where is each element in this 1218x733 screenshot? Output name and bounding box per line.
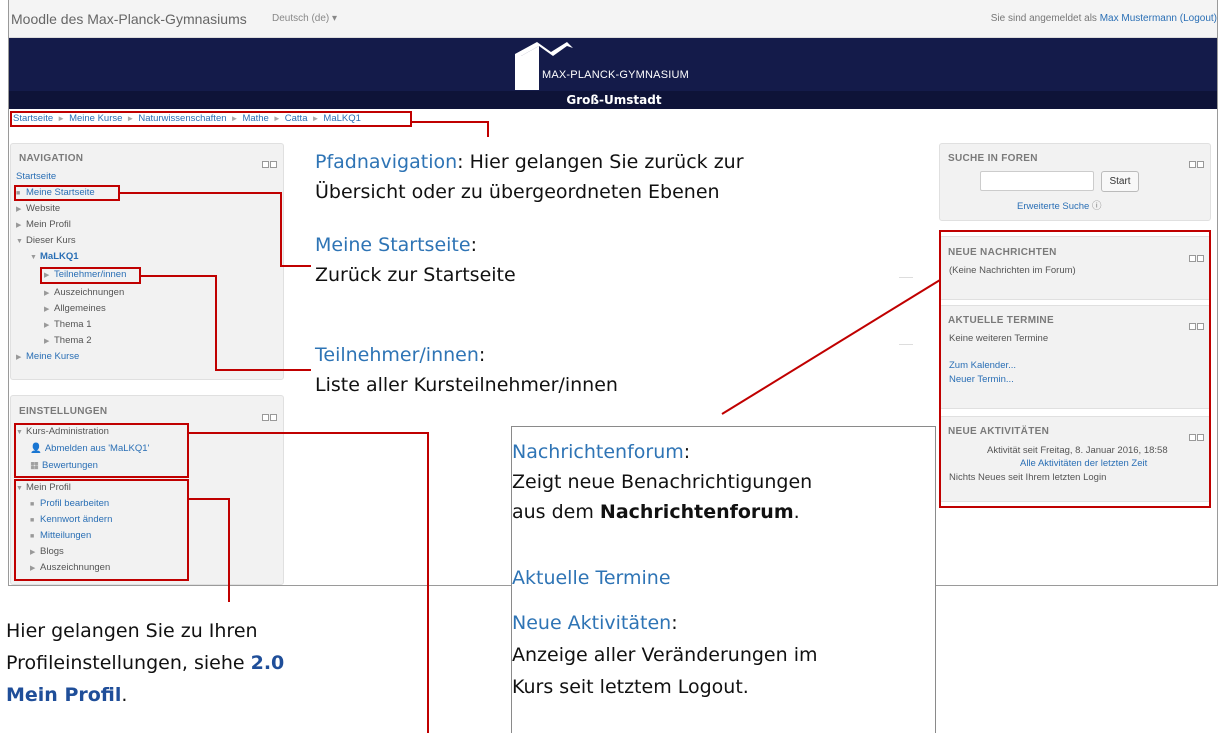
right-blocks-highlight	[939, 230, 1211, 508]
top-navbar: Moodle des Max-Planck-Gymnasiums Deutsch…	[9, 0, 1217, 38]
expand-arrow-icon: ▶	[44, 290, 50, 297]
expand-arrow-icon: ▶	[44, 306, 50, 313]
connector-line	[228, 498, 230, 602]
course-admin-highlight	[14, 423, 189, 478]
nav-badges[interactable]: ▶ Auszeichnungen	[44, 287, 124, 298]
logout-link[interactable]: (Logout)	[1180, 13, 1217, 24]
connector-line	[188, 498, 230, 500]
connector-line	[215, 369, 311, 371]
my-home-highlight	[14, 185, 120, 201]
profile-annotation: Hier gelangen Sie zu Ihren Profileinstel…	[6, 620, 285, 706]
nav-this-course[interactable]: ▼ Dieser Kurs	[16, 235, 76, 246]
nav-topic-1[interactable]: ▶ Thema 1	[44, 319, 92, 330]
language-menu[interactable]: Deutsch (de) ▾	[272, 13, 337, 24]
nav-course[interactable]: ▼ MaLKQ1	[30, 251, 79, 262]
home-annotation: Meine Startseite: Zurück zur Startseite	[315, 234, 516, 286]
expand-arrow-icon: ▶	[16, 206, 22, 213]
activity-annotation: Neue Aktivitäten: Anzeige aller Veränder…	[512, 612, 818, 698]
participants-highlight	[40, 267, 141, 284]
connector-line	[188, 432, 429, 434]
expand-arrow-icon: ▶	[16, 222, 22, 229]
block-controls-icon[interactable]	[1188, 155, 1204, 168]
user-link[interactable]: Max Mustermann	[1100, 13, 1177, 24]
expand-arrow-icon: ▶	[44, 338, 50, 345]
breadcrumb-annotation: Pfadnavigation: Hier gelangen Sie zurück…	[315, 151, 744, 203]
forum-annotation: Nachrichtenforum: Zeigt neue Benachricht…	[512, 441, 813, 523]
participants-annotation: Teilnehmer/innen: Liste aller Kursteilne…	[315, 344, 618, 396]
connector-line	[487, 121, 489, 137]
nav-website[interactable]: ▶ Website	[16, 203, 60, 214]
connector-line	[411, 121, 488, 123]
school-name: MAX-PLANCK-GYMNASIUM	[542, 69, 690, 81]
advanced-search-link[interactable]: Erweiterte Suche ⓘ	[1017, 198, 1102, 212]
breadcrumb-highlight	[10, 111, 412, 127]
connector-line	[427, 432, 429, 733]
settings-title: EINSTELLUNGEN	[19, 406, 108, 417]
nav-home[interactable]: Startseite	[16, 171, 56, 182]
search-forums-title: SUCHE IN FOREN	[948, 153, 1038, 164]
school-logo-icon	[515, 42, 573, 90]
login-info: Sie sind angemeldet als Max Mustermann (…	[991, 13, 1217, 24]
header-banner: MAX-PLANCK-GYMNASIUM Groß-Umstadt	[9, 38, 1217, 109]
connector-line	[119, 192, 281, 194]
school-town: Groß-Umstadt	[9, 91, 1217, 109]
connector-line	[140, 275, 216, 277]
nav-my-courses[interactable]: ▶ Meine Kurse	[16, 351, 79, 362]
connector-line	[280, 265, 311, 267]
login-prefix: Sie sind angemeldet als	[990, 13, 1100, 24]
expand-arrow-icon: ▶	[44, 322, 50, 329]
block-controls-icon[interactable]	[261, 408, 277, 421]
collapse-arrow-icon: ▼	[30, 254, 37, 261]
collapse-arrow-icon: ▼	[16, 238, 23, 245]
nav-general[interactable]: ▶ Allgemeines	[44, 303, 106, 314]
connector-diagonal	[721, 279, 941, 415]
block-controls-icon[interactable]	[261, 155, 277, 168]
annotation-callout-box: Nachrichtenforum: Zeigt neue Benachricht…	[511, 426, 936, 733]
site-brand[interactable]: Moodle des Max-Planck-Gymnasiums	[11, 11, 247, 27]
forum-search-input[interactable]	[980, 171, 1094, 191]
profile-settings-highlight	[14, 479, 189, 581]
navigation-title: NAVIGATION	[19, 153, 84, 164]
events-annotation: Aktuelle Termine	[512, 567, 671, 589]
nav-my-profile[interactable]: ▶ Mein Profil	[16, 219, 71, 230]
forum-search-button[interactable]: Start	[1101, 171, 1139, 192]
connector-line	[280, 192, 282, 267]
expand-arrow-icon: ▶	[16, 354, 22, 361]
nav-topic-2[interactable]: ▶ Thema 2	[44, 335, 92, 346]
help-icon[interactable]: ⓘ	[1092, 201, 1102, 212]
connector-line	[215, 275, 217, 371]
